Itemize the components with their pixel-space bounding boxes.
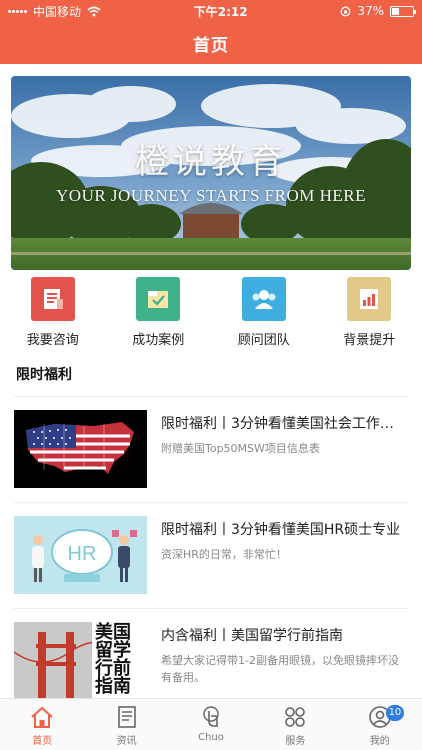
article-item[interactable]: 限时福利丨3分钟看懂美国社会工作专业 附赠美国Top50MSW项目信息表 xyxy=(14,410,408,488)
success-case-icon xyxy=(136,277,181,321)
usa-flag-map xyxy=(26,422,134,474)
menu-item-background-boost[interactable]: 背景提升 xyxy=(317,276,422,350)
hr-illustration: HR xyxy=(32,529,137,582)
svg-text:HR: HR xyxy=(68,543,97,565)
article-title: 限时福利丨3分钟看懂美国社会工作专业 xyxy=(161,416,401,432)
menu-item-team[interactable]: 顾问团队 xyxy=(211,276,317,350)
divider xyxy=(14,502,408,503)
tab-label: 首页 xyxy=(32,736,53,747)
article-thumbnail: HR xyxy=(14,516,147,594)
tab-services[interactable]: 服务 xyxy=(253,699,337,750)
tab-label: 资讯 xyxy=(116,736,137,747)
menu-label: 成功案例 xyxy=(132,333,185,348)
carrier-label: 中国移动 xyxy=(33,4,82,19)
chuo-icon xyxy=(203,706,219,727)
services-icon xyxy=(285,707,306,727)
battery-fill xyxy=(391,7,400,15)
orientation-lock-icon xyxy=(340,6,351,16)
chart-icon xyxy=(347,277,392,321)
tab-label: 我的 xyxy=(369,736,390,747)
thumbnail-caption: 美国留学行前指南 xyxy=(95,622,131,697)
top-bar: 中国移动 下午2:12 37% 首页 xyxy=(0,0,422,64)
article-title: 限时福利丨3分钟看懂美国HR硕士专业 xyxy=(161,522,401,538)
article-item[interactable]: 美国留学行前指南 内含福利丨美国留学行前指南 希望大家记得带1-2副备用眼镜，以… xyxy=(14,622,408,700)
battery-percent: 37% xyxy=(357,4,384,18)
menu-item-consult[interactable]: 我要咨询 xyxy=(0,276,106,350)
tab-bar: 首页 资讯 Chuo 服务 10 我的 xyxy=(0,698,422,750)
banner-title: 橙说教育 xyxy=(135,142,287,182)
page-title: 首页 xyxy=(193,35,229,56)
article-title: 内含福利丨美国留学行前指南 xyxy=(161,628,343,644)
signal-icon xyxy=(8,9,27,13)
tab-profile[interactable]: 10 我的 xyxy=(338,699,422,750)
clock: 下午2:12 xyxy=(193,4,248,19)
hero-banner[interactable]: 橙说教育 YOUR JOURNEY STARTS FROM HERE xyxy=(11,76,411,270)
consult-icon xyxy=(30,277,75,321)
section-title: 限时福利 xyxy=(16,367,72,383)
article-desc: 资深HR的日常，非常忙！ xyxy=(161,548,287,561)
team-icon xyxy=(241,277,286,321)
menu-label: 我要咨询 xyxy=(26,333,79,348)
menu-item-success-cases[interactable]: 成功案例 xyxy=(106,276,212,350)
banner-subtitle: YOUR JOURNEY STARTS FROM HERE xyxy=(56,186,366,205)
wifi-icon xyxy=(87,6,101,16)
status-bar: 中国移动 下午2:12 37% xyxy=(0,0,422,22)
tab-label: 服务 xyxy=(285,736,306,747)
article-desc: 希望大家记得带1-2副备用眼镜，以免眼镜摔坏没有备用。 xyxy=(161,654,399,684)
article-desc: 附赠美国Top50MSW项目信息表 xyxy=(161,442,320,455)
menu-label: 背景提升 xyxy=(343,333,396,348)
battery-icon xyxy=(389,5,416,17)
article-thumbnail xyxy=(14,410,147,488)
article-item[interactable]: HR 限时福利丨3分钟看懂美国HR硕士专业 资深HR的日常，非常忙！ xyxy=(14,516,408,594)
tab-chuo[interactable]: Chuo xyxy=(169,699,253,750)
article-thumbnail: 美国留学行前指南 xyxy=(14,622,147,700)
tab-label: Chuo xyxy=(198,732,224,743)
tab-news[interactable]: 资讯 xyxy=(84,699,168,750)
divider xyxy=(14,608,408,609)
notification-badge: 10 xyxy=(385,705,405,721)
home-icon xyxy=(31,706,53,728)
quick-menu: 我要咨询 成功案例 顾问团队 背景提升 xyxy=(0,276,422,350)
news-icon xyxy=(117,706,136,728)
menu-label: 顾问团队 xyxy=(237,333,290,348)
divider xyxy=(14,396,408,397)
tab-home[interactable]: 首页 xyxy=(0,699,84,750)
